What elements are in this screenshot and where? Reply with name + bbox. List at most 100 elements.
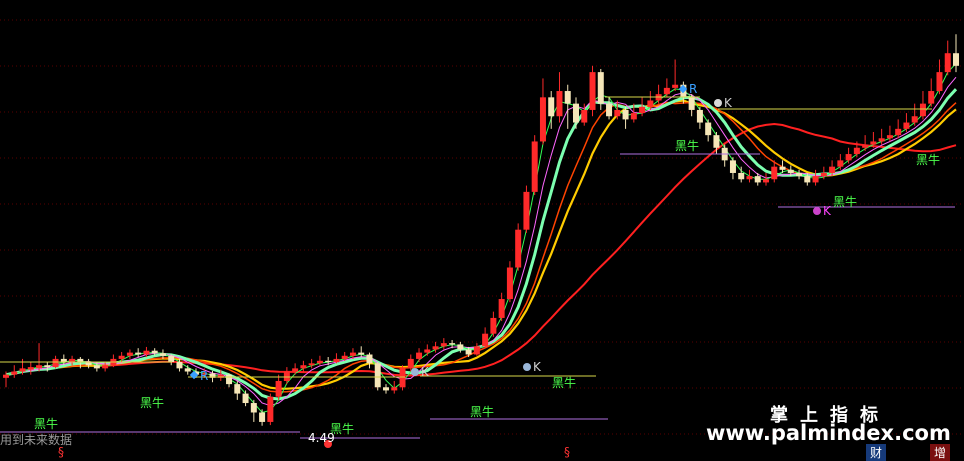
signal-label: 黑牛 (140, 396, 165, 410)
k-marker: K (533, 360, 541, 374)
candle-body (804, 176, 811, 183)
candle-body (358, 352, 365, 355)
candle-body (705, 122, 712, 136)
candle-body (919, 103, 926, 117)
candle-body (176, 362, 183, 369)
candle-body (325, 360, 332, 363)
candle-body (440, 343, 447, 347)
candle-body (672, 84, 679, 88)
candle-body (564, 91, 571, 104)
k-marker-dot (813, 207, 821, 215)
candle-body (845, 154, 852, 161)
candle-body (911, 116, 918, 123)
candle-body (259, 412, 266, 422)
candle-body (349, 352, 356, 356)
candle-body (490, 317, 497, 334)
candle-body (837, 160, 844, 167)
candle-body (779, 166, 786, 170)
candle-body (548, 97, 555, 117)
candle-body (606, 103, 613, 117)
low-price-label: 4.49 (308, 431, 335, 445)
candle-body (523, 191, 530, 230)
candle-body (159, 353, 166, 356)
candle-body (432, 346, 439, 350)
candle-body (250, 403, 257, 413)
candle-body (168, 355, 175, 363)
candle-body (36, 365, 43, 369)
candle-body (374, 363, 381, 388)
candle-body (267, 396, 274, 422)
candle-body (713, 135, 720, 148)
candle-body (52, 358, 59, 368)
candle-body (308, 363, 315, 366)
candle-body (151, 350, 158, 354)
candle-body (796, 172, 803, 177)
candle-body (953, 53, 959, 66)
candle-body (234, 384, 241, 394)
candle-body (93, 365, 100, 369)
candle-body (292, 368, 299, 372)
section-mark: § (58, 445, 64, 459)
candle-body (506, 267, 513, 300)
candle-body (771, 166, 778, 180)
candle-body (539, 97, 546, 142)
k-marker-dot (714, 99, 722, 107)
candle-body (27, 367, 34, 370)
candle-body (944, 53, 951, 73)
k-marker-dot (523, 363, 531, 371)
candle-body (11, 371, 18, 375)
candle-body (573, 103, 579, 123)
candle-body (424, 349, 431, 353)
candle-body (531, 141, 538, 192)
candle-body (482, 333, 489, 347)
candle-body (647, 100, 654, 107)
k-marker: K (421, 365, 429, 379)
candle-body (275, 380, 282, 397)
candle-body (126, 352, 133, 356)
candle-body (143, 350, 150, 355)
candle-body (581, 109, 588, 123)
candle-body (333, 358, 340, 363)
candle-body (473, 346, 480, 355)
tab-zeng[interactable]: 增 (930, 444, 951, 461)
candle-body (763, 179, 769, 183)
candle-body (416, 352, 423, 359)
candle-body (829, 166, 836, 173)
candle-body (556, 91, 563, 117)
candle-body (820, 172, 827, 177)
candle-body (878, 138, 885, 142)
candle-body (812, 176, 819, 183)
signal-label: 黑牛 (833, 195, 858, 209)
candle-body (184, 368, 191, 372)
candle-body (465, 349, 472, 355)
candle-body (622, 109, 629, 120)
candle-body (3, 374, 9, 378)
r-marker: R (200, 369, 209, 383)
candle-body (498, 299, 505, 318)
candle-body (936, 72, 943, 92)
candle-body (341, 355, 348, 359)
candle-body (316, 360, 323, 364)
candle-body (614, 109, 621, 117)
candle-body (449, 343, 456, 345)
candle-body (19, 368, 26, 372)
candle-body (44, 365, 51, 368)
candle-body (383, 387, 389, 391)
tab-cai[interactable]: 财 (866, 444, 887, 461)
signal-label: 黑牛 (34, 417, 59, 431)
candle-body (630, 113, 637, 120)
candle-body (515, 229, 522, 268)
candle-body (242, 393, 249, 404)
candle-body (746, 176, 753, 180)
candle-body (886, 135, 893, 139)
candle-body (738, 172, 745, 180)
candle-body (862, 144, 869, 148)
candle-body (754, 176, 761, 183)
candle-body (407, 358, 414, 369)
signal-label: 黑牛 (552, 376, 577, 390)
ma-mid2-line (5, 101, 957, 393)
watermark-url: www.palmindex.com (706, 421, 951, 445)
candle-body (457, 344, 464, 350)
candle-body (300, 365, 307, 369)
candle-body (597, 72, 604, 104)
